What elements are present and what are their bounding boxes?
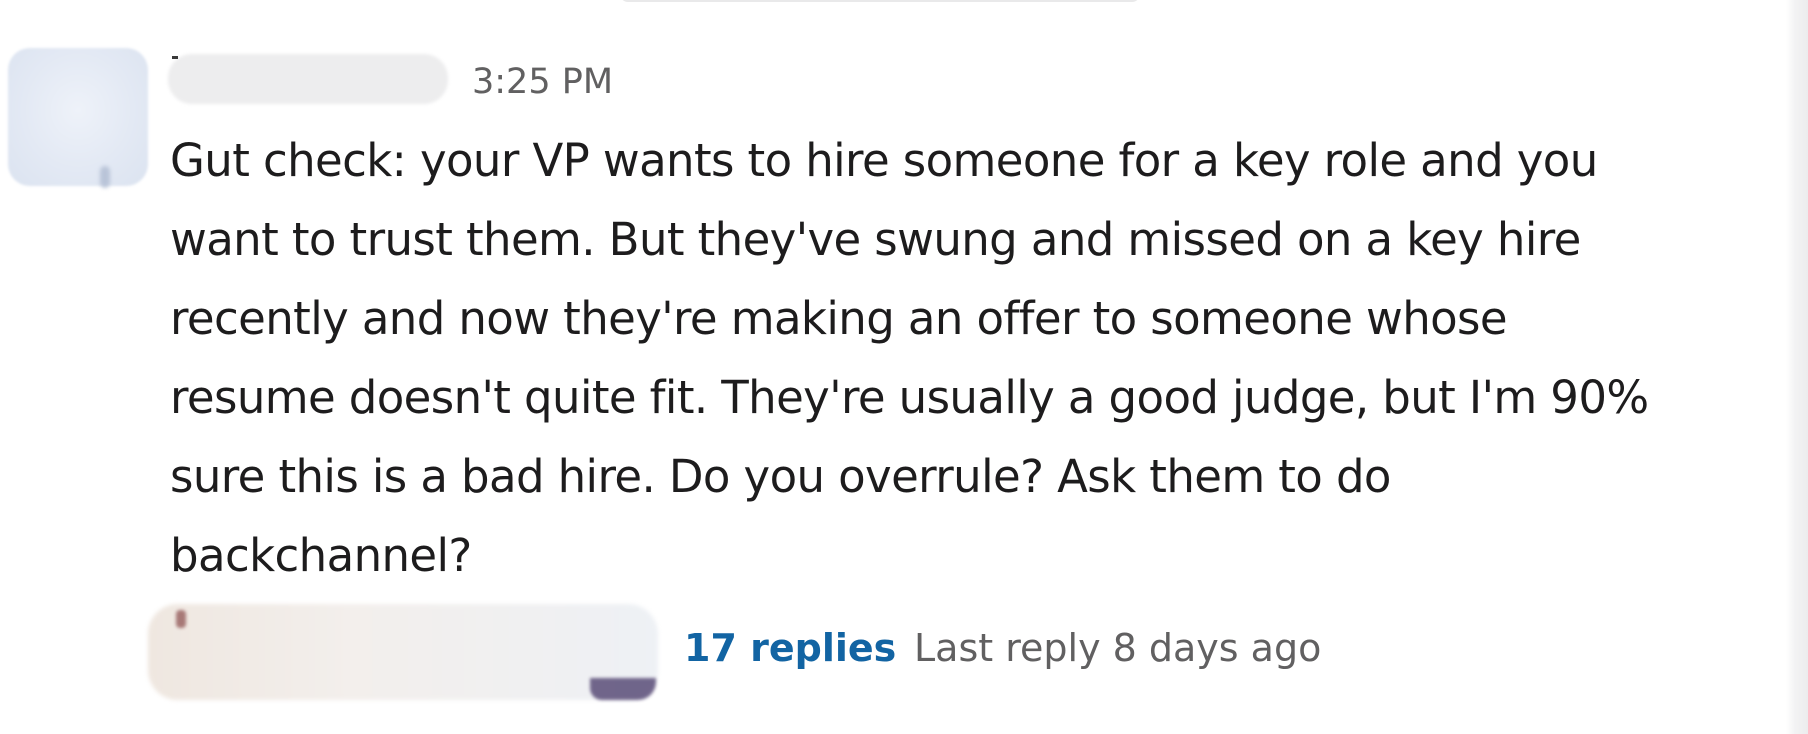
message-body-line: sure this is a bad hire. Do you overrule… (170, 450, 1391, 503)
last-reply-time: Last reply 8 days ago (914, 626, 1322, 670)
message-body-line: resume doesn't quite fit. They're usuall… (170, 371, 1649, 424)
message-body-line: Gut check: your VP wants to hire someone… (170, 134, 1598, 187)
slack-message-view: 3:25 PM Gut check: your VP wants to hire… (0, 0, 1808, 734)
message-timestamp[interactable]: 3:25 PM (472, 60, 613, 104)
sender-name-redacted[interactable] (168, 54, 448, 104)
thread-summary-bar[interactable]: 17 replies Last reply 8 days ago (0, 598, 1500, 708)
avatar-blur-detail (100, 166, 110, 188)
avatar[interactable] (8, 48, 148, 188)
reply-avatar-fragment (176, 610, 186, 628)
reply-avatar-fragment (590, 678, 656, 700)
reply-avatars-redacted (148, 604, 658, 700)
scrollbar-track[interactable] (1786, 0, 1808, 734)
sender-name-fragment (172, 56, 178, 59)
message: 3:25 PM Gut check: your VP wants to hire… (0, 0, 1780, 734)
message-body: Gut check: your VP wants to hire someone… (170, 121, 1740, 595)
message-body-line: recently and now they're making an offer… (170, 292, 1508, 345)
thread-replies-link[interactable]: 17 replies (684, 622, 896, 674)
message-body-line: backchannel? (170, 529, 472, 582)
message-body-line: want to trust them. But they've swung an… (170, 213, 1581, 266)
